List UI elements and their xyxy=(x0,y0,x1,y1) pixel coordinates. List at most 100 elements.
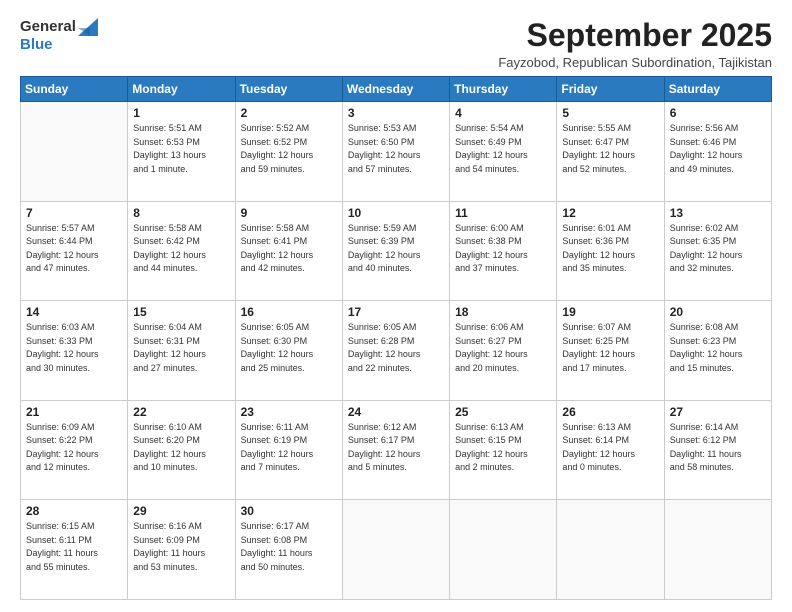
table-row: 20 Sunrise: 6:08 AM Sunset: 6:23 PM Dayli… xyxy=(664,301,771,401)
table-row: 15 Sunrise: 6:04 AM Sunset: 6:31 PM Dayli… xyxy=(128,301,235,401)
table-row: 18Sunrise: 6:06 AM Sunset: 6:27 PM Dayli… xyxy=(450,301,557,401)
table-row: 10 Sunrise: 5:59 AM Sunset: 6:39 PM Dayli… xyxy=(342,201,449,301)
day-number: 29 xyxy=(133,504,229,518)
table-row: 9 Sunrise: 5:58 AM Sunset: 6:41 PM Daylig… xyxy=(235,201,342,301)
table-row: 14Sunrise: 6:03 AM Sunset: 6:33 PM Dayli… xyxy=(21,301,128,401)
day-info: Sunrise: 5:59 AM Sunset: 6:39 PM Dayligh… xyxy=(348,222,444,276)
header-wednesday: Wednesday xyxy=(342,77,449,102)
calendar-table: Sunday Monday Tuesday Wednesday Thursday… xyxy=(20,76,772,600)
table-row: 30 Sunrise: 6:17 AM Sunset: 6:08 PM Dayli… xyxy=(235,500,342,600)
table-row xyxy=(342,500,449,600)
location: Fayzobod, Republican Subordination, Taji… xyxy=(498,55,772,70)
header-saturday: Saturday xyxy=(664,77,771,102)
month-title: September 2025 xyxy=(498,18,772,53)
day-info: Sunrise: 6:07 AM Sunset: 6:25 PM Dayligh… xyxy=(562,321,658,375)
logo-general: General xyxy=(20,18,76,35)
table-row: 5Sunrise: 5:55 AM Sunset: 6:47 PM Daylig… xyxy=(557,102,664,202)
day-info: Sunrise: 5:56 AM Sunset: 6:46 PM Dayligh… xyxy=(670,122,766,176)
day-number: 25 xyxy=(455,405,551,419)
day-number: 26 xyxy=(562,405,658,419)
day-info: Sunrise: 5:53 AM Sunset: 6:50 PM Dayligh… xyxy=(348,122,444,176)
table-row: 21 Sunrise: 6:09 AM Sunset: 6:22 PM Dayli… xyxy=(21,400,128,500)
table-row: 23 Sunrise: 6:11 AM Sunset: 6:19 PM Dayli… xyxy=(235,400,342,500)
table-row: 27Sunrise: 6:14 AM Sunset: 6:12 PM Dayli… xyxy=(664,400,771,500)
day-info: Sunrise: 6:10 AM Sunset: 6:20 PM Dayligh… xyxy=(133,421,229,475)
day-info: Sunrise: 6:04 AM Sunset: 6:31 PM Dayligh… xyxy=(133,321,229,375)
logo: General Blue xyxy=(20,18,98,53)
day-number: 22 xyxy=(133,405,229,419)
day-info: Sunrise: 6:12 AM Sunset: 6:17 PM Dayligh… xyxy=(348,421,444,475)
table-row: 25 Sunrise: 6:13 AM Sunset: 6:15 PM Dayli… xyxy=(450,400,557,500)
day-info: Sunrise: 6:13 AM Sunset: 6:15 PM Dayligh… xyxy=(455,421,551,475)
header: General Blue September 2025 Fayzobod, Re… xyxy=(20,18,772,70)
table-row xyxy=(664,500,771,600)
day-number: 30 xyxy=(241,504,337,518)
table-row: 2 Sunrise: 5:52 AM Sunset: 6:52 PM Daylig… xyxy=(235,102,342,202)
header-tuesday: Tuesday xyxy=(235,77,342,102)
table-row: 11Sunrise: 6:00 AM Sunset: 6:38 PM Dayli… xyxy=(450,201,557,301)
table-row: 6 Sunrise: 5:56 AM Sunset: 6:46 PM Daylig… xyxy=(664,102,771,202)
header-sunday: Sunday xyxy=(21,77,128,102)
day-number: 10 xyxy=(348,206,444,220)
day-number: 4 xyxy=(455,106,551,120)
day-number: 13 xyxy=(670,206,766,220)
day-number: 17 xyxy=(348,305,444,319)
table-row xyxy=(21,102,128,202)
header-thursday: Thursday xyxy=(450,77,557,102)
day-number: 8 xyxy=(133,206,229,220)
title-section: September 2025 Fayzobod, Republican Subo… xyxy=(498,18,772,70)
day-info: Sunrise: 6:08 AM Sunset: 6:23 PM Dayligh… xyxy=(670,321,766,375)
day-info: Sunrise: 6:05 AM Sunset: 6:28 PM Dayligh… xyxy=(348,321,444,375)
day-info: Sunrise: 6:15 AM Sunset: 6:11 PM Dayligh… xyxy=(26,520,122,574)
day-number: 2 xyxy=(241,106,337,120)
day-number: 19 xyxy=(562,305,658,319)
day-number: 5 xyxy=(562,106,658,120)
table-row xyxy=(557,500,664,600)
day-number: 27 xyxy=(670,405,766,419)
day-info: Sunrise: 6:01 AM Sunset: 6:36 PM Dayligh… xyxy=(562,222,658,276)
table-row: 16Sunrise: 6:05 AM Sunset: 6:30 PM Dayli… xyxy=(235,301,342,401)
day-info: Sunrise: 6:11 AM Sunset: 6:19 PM Dayligh… xyxy=(241,421,337,475)
day-info: Sunrise: 6:02 AM Sunset: 6:35 PM Dayligh… xyxy=(670,222,766,276)
day-number: 15 xyxy=(133,305,229,319)
header-monday: Monday xyxy=(128,77,235,102)
weekday-header-row: Sunday Monday Tuesday Wednesday Thursday… xyxy=(21,77,772,102)
table-row: 3 Sunrise: 5:53 AM Sunset: 6:50 PM Daylig… xyxy=(342,102,449,202)
table-row: 12Sunrise: 6:01 AM Sunset: 6:36 PM Dayli… xyxy=(557,201,664,301)
day-number: 24 xyxy=(348,405,444,419)
day-number: 7 xyxy=(26,206,122,220)
page: General Blue September 2025 Fayzobod, Re… xyxy=(0,0,792,612)
day-number: 6 xyxy=(670,106,766,120)
day-number: 1 xyxy=(133,106,229,120)
day-number: 21 xyxy=(26,405,122,419)
day-info: Sunrise: 5:58 AM Sunset: 6:42 PM Dayligh… xyxy=(133,222,229,276)
table-row: 7 Sunrise: 5:57 AM Sunset: 6:44 PM Daylig… xyxy=(21,201,128,301)
day-number: 18 xyxy=(455,305,551,319)
logo-triangle-icon xyxy=(78,18,98,36)
day-info: Sunrise: 6:09 AM Sunset: 6:22 PM Dayligh… xyxy=(26,421,122,475)
table-row: 26 Sunrise: 6:13 AM Sunset: 6:14 PM Dayli… xyxy=(557,400,664,500)
day-info: Sunrise: 6:17 AM Sunset: 6:08 PM Dayligh… xyxy=(241,520,337,574)
day-info: Sunrise: 6:00 AM Sunset: 6:38 PM Dayligh… xyxy=(455,222,551,276)
day-info: Sunrise: 5:57 AM Sunset: 6:44 PM Dayligh… xyxy=(26,222,122,276)
day-info: Sunrise: 5:51 AM Sunset: 6:53 PM Dayligh… xyxy=(133,122,229,176)
table-row: 1 Sunrise: 5:51 AM Sunset: 6:53 PM Daylig… xyxy=(128,102,235,202)
day-info: Sunrise: 6:16 AM Sunset: 6:09 PM Dayligh… xyxy=(133,520,229,574)
day-info: Sunrise: 5:52 AM Sunset: 6:52 PM Dayligh… xyxy=(241,122,337,176)
table-row: 28 Sunrise: 6:15 AM Sunset: 6:11 PM Dayli… xyxy=(21,500,128,600)
table-row xyxy=(450,500,557,600)
day-number: 28 xyxy=(26,504,122,518)
table-row: 8 Sunrise: 5:58 AM Sunset: 6:42 PM Daylig… xyxy=(128,201,235,301)
day-number: 16 xyxy=(241,305,337,319)
day-number: 9 xyxy=(241,206,337,220)
day-number: 20 xyxy=(670,305,766,319)
day-number: 3 xyxy=(348,106,444,120)
table-row: 19 Sunrise: 6:07 AM Sunset: 6:25 PM Dayli… xyxy=(557,301,664,401)
header-friday: Friday xyxy=(557,77,664,102)
table-row: 13 Sunrise: 6:02 AM Sunset: 6:35 PM Dayli… xyxy=(664,201,771,301)
day-info: Sunrise: 6:13 AM Sunset: 6:14 PM Dayligh… xyxy=(562,421,658,475)
day-number: 23 xyxy=(241,405,337,419)
day-info: Sunrise: 5:58 AM Sunset: 6:41 PM Dayligh… xyxy=(241,222,337,276)
day-number: 14 xyxy=(26,305,122,319)
table-row: 29 Sunrise: 6:16 AM Sunset: 6:09 PM Dayli… xyxy=(128,500,235,600)
